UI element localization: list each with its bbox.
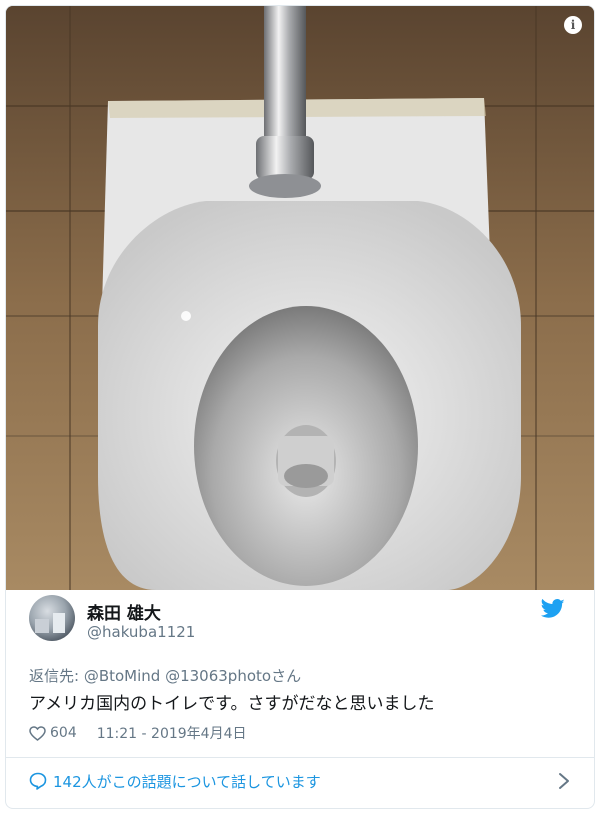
conversation-link-label: 142人がこの話題について話しています — [53, 772, 321, 791]
avatar-building-shape — [53, 613, 65, 633]
toilet-photo-illustration — [6, 6, 594, 590]
author-handle[interactable]: @hakuba1121 — [87, 623, 195, 641]
reply-mentions[interactable]: @BtoMind @13063photo — [84, 667, 271, 685]
reply-context: 返信先: @BtoMind @13063photoさん — [29, 665, 301, 686]
speech-bubble-icon — [29, 772, 47, 790]
reply-suffix: さん — [271, 667, 302, 685]
twitter-bird-icon[interactable] — [541, 599, 565, 619]
tweet-author: 森田 雄大 @hakuba1121 — [29, 595, 569, 645]
avatar-building-shape — [35, 619, 49, 633]
tweet-text: アメリカ国内のトイレです。さすがだなと思いました — [29, 694, 435, 714]
author-name[interactable]: 森田 雄大 — [87, 599, 161, 624]
tweet-photo[interactable]: i — [6, 6, 594, 590]
embedded-tweet-card: i 森田 雄大 @hakuba1121 返信先: @BtoMind @13063… — [5, 5, 595, 809]
tweet-meta: 604 11:21 - 2019年4月4日 — [29, 723, 246, 743]
divider — [6, 757, 594, 758]
chevron-right-icon[interactable] — [557, 771, 571, 791]
heart-icon[interactable] — [29, 725, 46, 741]
like-count[interactable]: 604 — [50, 725, 77, 741]
reply-prefix: 返信先: — [29, 667, 84, 685]
tweet-timestamp[interactable]: 11:21 - 2019年4月4日 — [97, 723, 247, 743]
info-icon[interactable]: i — [564, 16, 582, 34]
avatar[interactable] — [29, 595, 75, 641]
conversation-link[interactable]: 142人がこの話題について話しています — [29, 769, 321, 793]
